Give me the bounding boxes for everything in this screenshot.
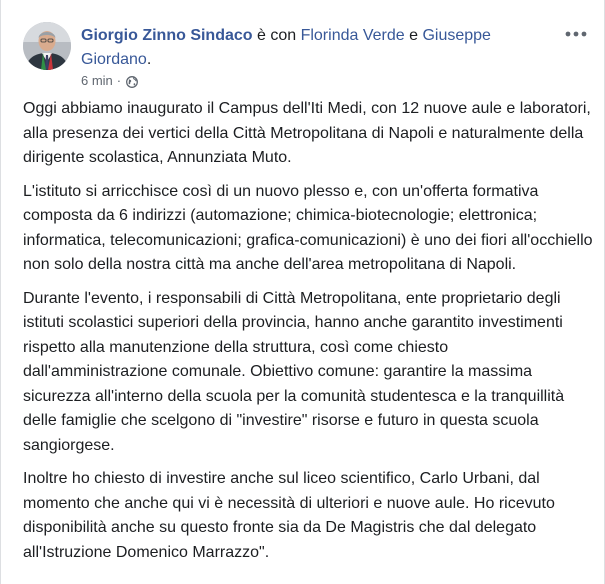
- post-body: Oggi abbiamo inaugurato il Campus dell'I…: [23, 97, 593, 574]
- more-options-button[interactable]: [562, 26, 590, 42]
- facebook-post: Giorgio Zinno Sindaco è con Florinda Ver…: [0, 0, 605, 584]
- and-connector-text: e: [404, 27, 423, 44]
- post-paragraph: L'istituto si arricchisce così di un nuo…: [23, 182, 593, 274]
- with-connector-text: è con: [252, 27, 301, 44]
- post-paragraph: Durante l'evento, i responsabili di Citt…: [23, 289, 565, 454]
- more-options-icon: [565, 31, 587, 37]
- author-name-link[interactable]: Giorgio Zinno Sindaco: [81, 27, 253, 44]
- tagged-person-link[interactable]: Florinda Verde: [301, 27, 405, 44]
- avatar-photo: [23, 22, 71, 70]
- post-paragraph: Inoltre ho chiesto di investire anche su…: [23, 470, 555, 561]
- post-meta: 6 min ·: [81, 72, 139, 90]
- meta-separator: ·: [116, 73, 122, 88]
- post-header: Giorgio Zinno Sindaco è con Florinda Ver…: [81, 24, 541, 72]
- header-end-punctuation: .: [146, 51, 152, 68]
- timestamp-link[interactable]: 6 min: [81, 72, 113, 90]
- post-paragraph: Oggi abbiamo inaugurato il Campus dell'I…: [23, 100, 591, 166]
- avatar[interactable]: [23, 22, 71, 70]
- globe-icon[interactable]: [126, 75, 139, 88]
